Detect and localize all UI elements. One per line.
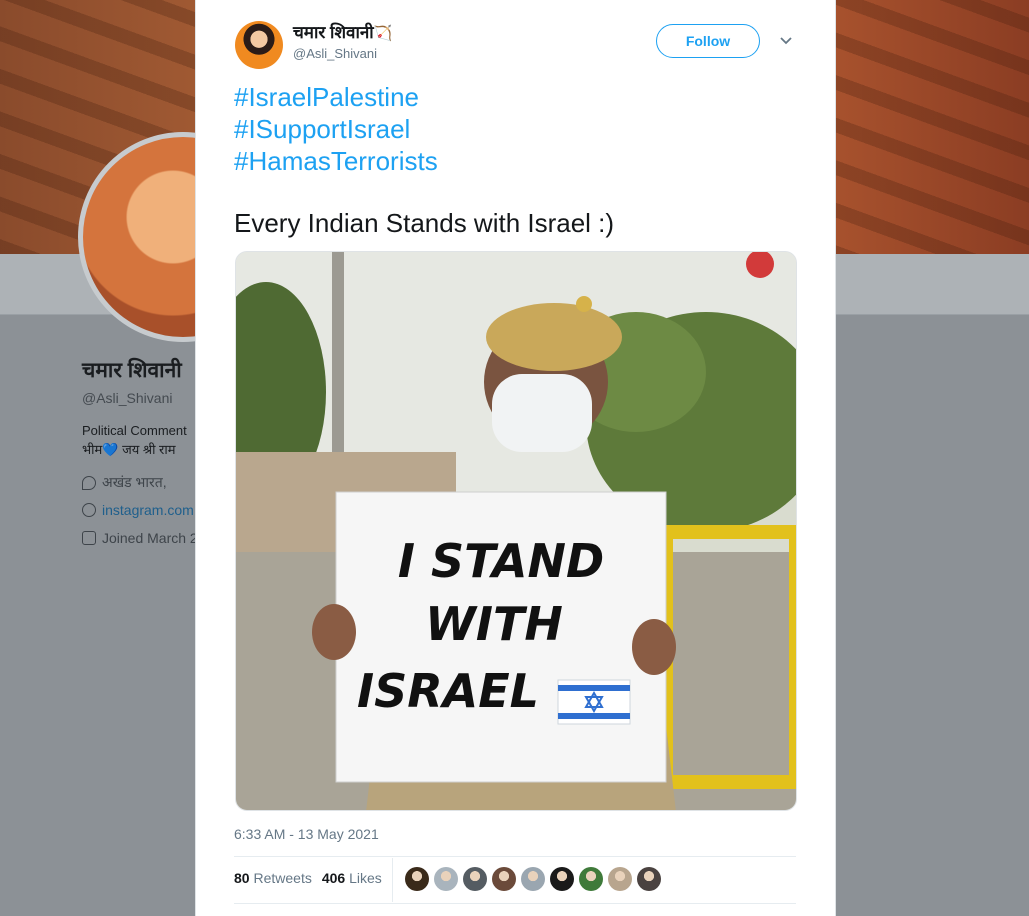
tweet-media-image[interactable]: I STAND WITH ISRAEL: [235, 251, 797, 811]
author-handle[interactable]: @Asli_Shivani: [293, 46, 377, 61]
liker-avatars: [405, 867, 661, 891]
photo-illustration: I STAND WITH ISRAEL: [236, 252, 796, 810]
liker-avatar[interactable]: [521, 867, 545, 891]
profile-location-text: अखंड भारत,: [102, 474, 167, 490]
hashtag-list: #IsraelPalestine #ISupportIsrael #HamasT…: [234, 81, 438, 177]
profile-bio-line-1: Political Comment: [82, 423, 187, 438]
sign-text-line-3: ISRAEL: [357, 664, 539, 718]
profile-location: अखंड भारत,: [82, 473, 167, 492]
liker-avatar[interactable]: [637, 867, 661, 891]
profile-bio-line-2: भीम💙 जय श्री राम: [82, 442, 176, 457]
divider: [234, 856, 796, 857]
profile-name: चमार शिवानी: [82, 359, 182, 382]
liker-avatar[interactable]: [579, 867, 603, 891]
liker-avatar[interactable]: [608, 867, 632, 891]
location-pin-icon: [82, 475, 96, 490]
profile-link-text[interactable]: instagram.com: [102, 502, 194, 518]
liker-avatar[interactable]: [463, 867, 487, 891]
author-name[interactable]: चमार शिवानी🏹: [293, 20, 392, 43]
profile-link[interactable]: instagram.com: [82, 502, 194, 518]
sign-text-line-1: I STAND: [398, 534, 604, 588]
profile-bio: Political Comment भीम💙 जय श्री राम: [82, 421, 187, 459]
calendar-icon: [82, 531, 96, 545]
profile-joined: Joined March 2: [82, 530, 198, 546]
sign-text-line-2: WITH: [425, 597, 563, 651]
liker-avatar[interactable]: [434, 867, 458, 891]
likes-label[interactable]: Likes: [349, 870, 382, 886]
retweets-count[interactable]: 80: [234, 870, 250, 886]
tweet-stats: 80 Retweets 406 Likes: [234, 870, 382, 886]
divider: [234, 903, 796, 904]
likes-stat[interactable]: 406 Likes: [322, 870, 382, 886]
bow-arrow-emoji: 🏹: [373, 25, 393, 42]
retweets-stat[interactable]: 80 Retweets: [234, 870, 312, 886]
link-icon: [82, 503, 96, 517]
hashtag-link[interactable]: #IsraelPalestine: [234, 81, 438, 113]
liker-avatar[interactable]: [405, 867, 429, 891]
stats-separator: [392, 858, 393, 902]
tweet-timestamp[interactable]: 6:33 AM - 13 May 2021: [234, 826, 379, 842]
tweet-modal: चमार शिवानी🏹 @Asli_Shivani Follow #Israe…: [195, 0, 836, 916]
profile-joined-text: Joined March 2: [102, 530, 198, 546]
profile-handle: @Asli_Shivani: [82, 390, 173, 406]
hashtag-link[interactable]: #HamasTerrorists: [234, 145, 438, 177]
liker-avatar[interactable]: [492, 867, 516, 891]
author-name-text[interactable]: चमार शिवानी: [293, 23, 374, 42]
hashtag-link[interactable]: #ISupportIsrael: [234, 113, 438, 145]
follow-button[interactable]: Follow: [656, 24, 760, 58]
tweet-text: Every Indian Stands with Israel :): [234, 208, 615, 238]
liker-avatar[interactable]: [550, 867, 574, 891]
likes-count[interactable]: 406: [322, 870, 345, 886]
author-avatar[interactable]: [235, 21, 283, 69]
retweets-label[interactable]: Retweets: [253, 870, 311, 886]
chevron-down-icon[interactable]: [779, 34, 793, 48]
